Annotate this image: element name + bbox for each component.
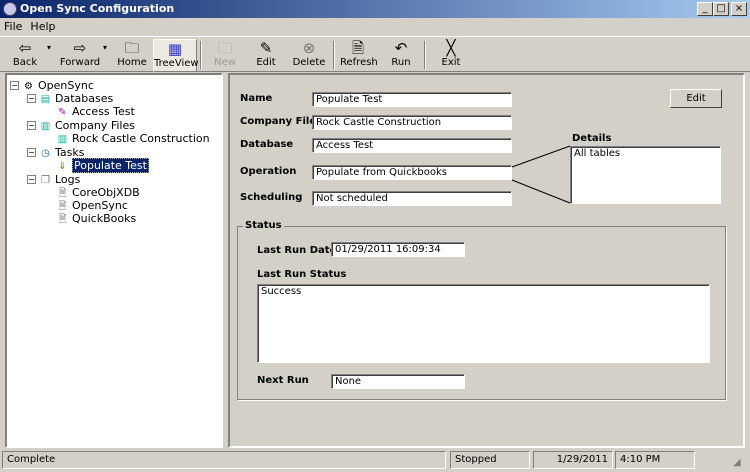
status-time: 4:10 PM [615,451,695,469]
status-date: 1/29/2011 [533,451,613,469]
status-group-title: Status [243,220,284,231]
resize-grip-icon[interactable]: ◢ [733,457,741,468]
next-run-label: Next Run [257,375,309,386]
details-label: Details [572,133,612,144]
next-run-field[interactable]: None [331,374,465,389]
last-run-status-box[interactable]: Success [257,284,710,363]
details-box[interactable]: All tables [570,146,721,204]
last-run-date-label: Last Run Date [257,245,337,256]
last-run-date-field[interactable]: 01/29/2011 16:09:34 [331,242,465,257]
status-state: Stopped [450,451,530,469]
status-message: Complete [2,451,446,469]
status-bar: Complete Stopped 1/29/2011 4:10 PM ◢ [0,449,750,471]
last-run-status-label: Last Run Status [257,269,347,280]
